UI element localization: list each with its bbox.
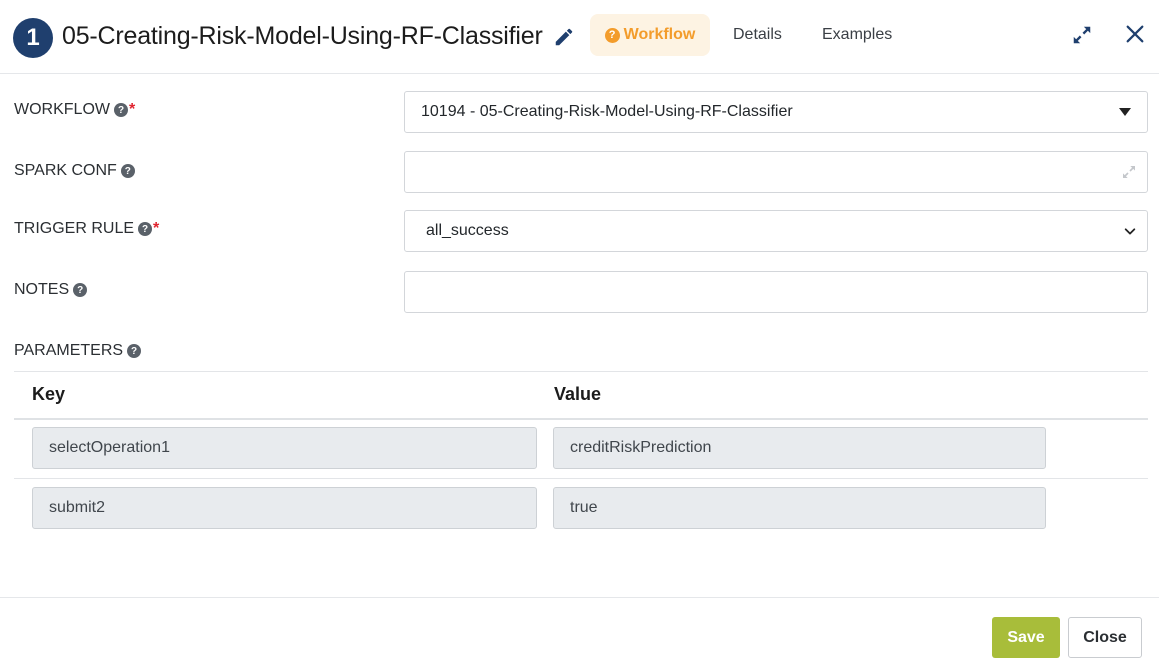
help-icon[interactable]: ?	[120, 164, 135, 178]
notes-input[interactable]	[404, 271, 1148, 313]
trigger-rule-value: all_success	[426, 222, 509, 239]
close-button[interactable]: Close	[1068, 617, 1142, 658]
expand-arrows-icon[interactable]	[1071, 24, 1093, 46]
param-value-cell[interactable]: true	[553, 487, 1046, 529]
column-header-value: Value	[554, 384, 602, 404]
chevron-down-icon	[1124, 228, 1136, 235]
workflow-label-text: WORKFLOW	[14, 101, 110, 118]
workflow-select[interactable]: 10194 - 05-Creating-Risk-Model-Using-RF-…	[404, 91, 1148, 133]
help-icon[interactable]: ?	[73, 283, 88, 297]
parameters-label-text: PARAMETERS	[14, 342, 124, 359]
workflow-select-value: 10194 - 05-Creating-Risk-Model-Using-RF-…	[421, 103, 793, 120]
column-header-key: Key	[32, 384, 66, 404]
help-icon[interactable]: ?	[127, 344, 142, 358]
trigger-rule-label: TRIGGER RULE ? *	[14, 220, 159, 238]
dialog-header: 1 05-Creating-Risk-Model-Using-RF-Classi…	[0, 0, 1159, 74]
help-icon[interactable]: ?	[138, 222, 153, 236]
save-button[interactable]: Save	[992, 617, 1060, 658]
parameters-table: Key Value selectOperation1 creditRiskPre…	[14, 371, 1148, 529]
table-row: submit2 true	[14, 479, 1148, 539]
param-value-cell[interactable]: creditRiskPrediction	[553, 427, 1046, 469]
tab-workflow-label: Workflow	[623, 26, 696, 43]
table-row: selectOperation1 creditRiskPrediction	[14, 419, 1148, 479]
pencil-edit-icon[interactable]	[553, 26, 575, 48]
dialog-footer: Save Close	[0, 597, 1159, 666]
step-number-badge: 1	[13, 18, 53, 58]
tab-examples[interactable]: Examples	[822, 14, 892, 56]
spark-conf-label-text: SPARK CONF	[14, 162, 117, 179]
trigger-rule-label-text: TRIGGER RULE	[14, 220, 135, 237]
workflow-title: 05-Creating-Risk-Model-Using-RF-Classifi…	[62, 22, 543, 50]
workflow-label: WORKFLOW ? *	[14, 101, 135, 119]
caret-down-icon	[1119, 108, 1131, 116]
expand-field-icon[interactable]	[1121, 164, 1137, 180]
param-key-cell[interactable]: selectOperation1	[32, 427, 537, 469]
tab-workflow[interactable]: ? Workflow	[590, 14, 710, 56]
trigger-rule-select[interactable]: all_success	[404, 210, 1148, 252]
param-key-cell[interactable]: submit2	[32, 487, 537, 529]
help-icon[interactable]: ?	[114, 103, 128, 117]
required-marker: *	[153, 220, 160, 237]
required-marker: *	[129, 101, 136, 118]
spark-conf-input[interactable]	[404, 151, 1148, 193]
parameters-label: PARAMETERS ?	[14, 342, 142, 360]
notes-label: NOTES ?	[14, 281, 88, 299]
tab-details[interactable]: Details	[733, 14, 782, 56]
question-circle-icon: ?	[604, 27, 620, 43]
notes-label-text: NOTES	[14, 281, 70, 298]
close-icon[interactable]	[1124, 23, 1146, 45]
spark-conf-label: SPARK CONF ?	[14, 162, 135, 180]
